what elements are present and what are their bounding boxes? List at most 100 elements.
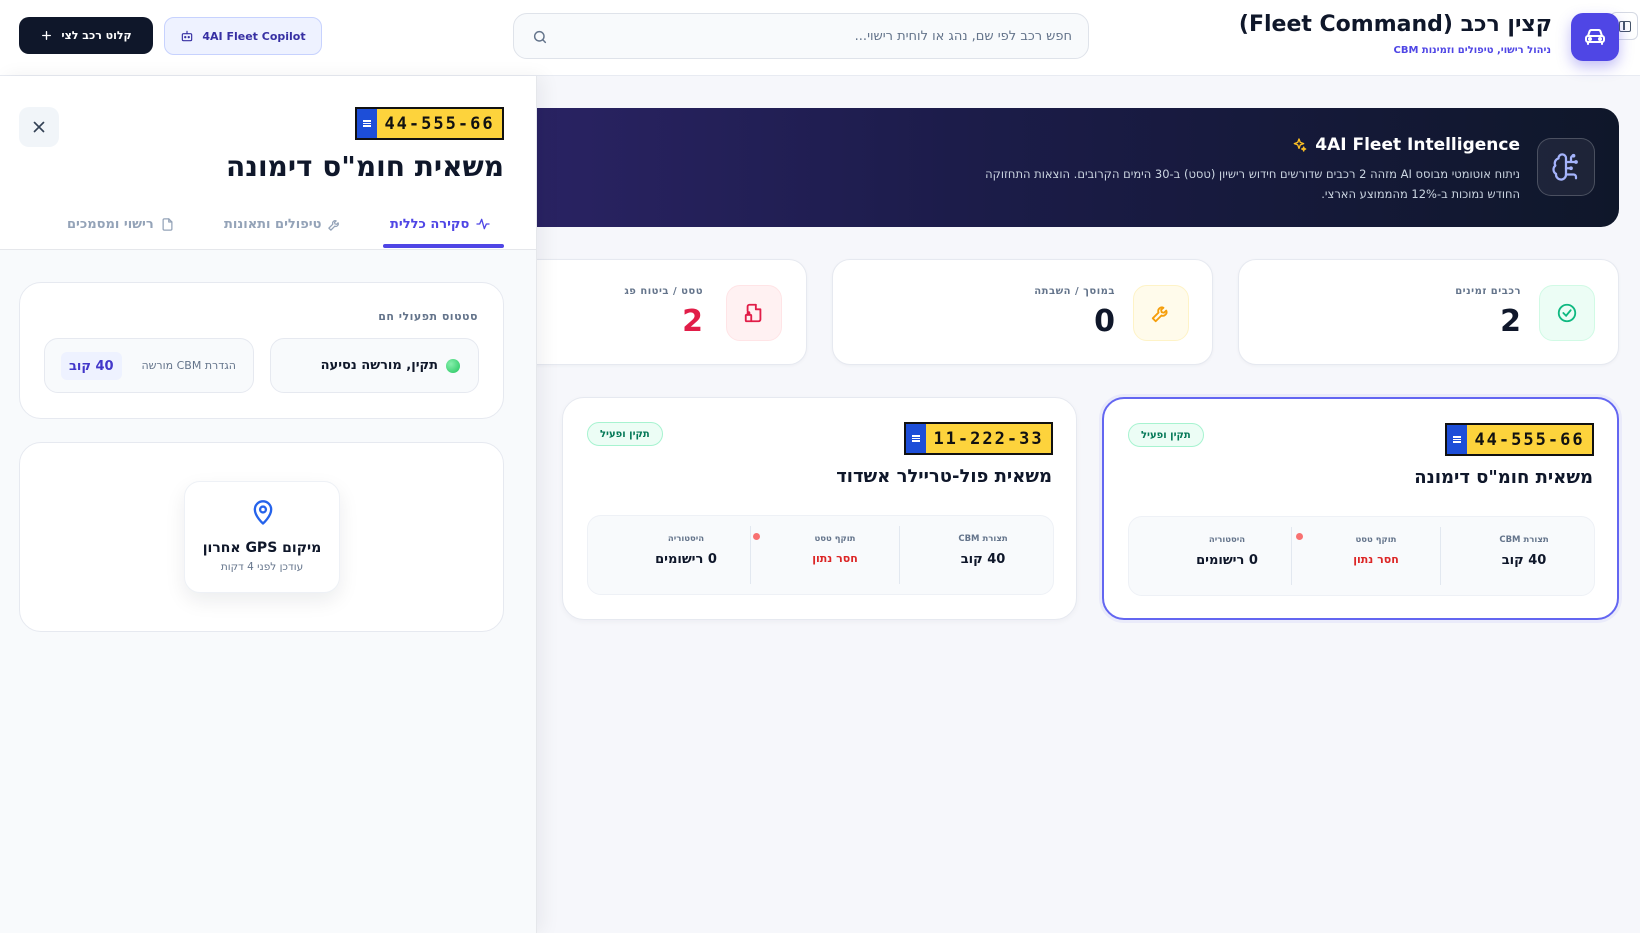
stat-card-garage: במוסך / השבתה 0	[832, 259, 1213, 365]
divider	[899, 526, 900, 584]
divider	[750, 526, 751, 584]
file-warning-icon	[726, 285, 782, 341]
brain-circuit-icon	[1537, 138, 1595, 196]
vehicle-info: תצורת CBM 40 קוב תוקף טסט חסר נתון היסטו…	[1128, 516, 1595, 596]
stat-value: 2	[682, 304, 703, 339]
tab-label: רישוי ומסמכים	[67, 216, 154, 232]
status-box: תקין, מורשה נסיעה	[270, 338, 479, 393]
stat-value: 2	[1500, 304, 1521, 339]
status-card-title: סטטוס תפעולי חם	[378, 310, 478, 323]
vehicle-name: משאית חומ"ס דימונה	[1414, 467, 1593, 488]
history-value: 0 רישומים	[1196, 553, 1258, 568]
stat-label: במוסך / השבתה	[1034, 286, 1115, 297]
wrench-icon	[1133, 285, 1189, 341]
cbm-column: תצורת CBM 40 קוב	[1464, 535, 1584, 568]
banner-text: ניתוח אוטומטי מבוסס AI מזהה 2 רכבים שדור…	[985, 167, 1520, 201]
vehicle-card[interactable]: 44-555-66 תקין ופעיל משאית חומ"ס דימונה …	[1102, 397, 1619, 620]
search-bar	[513, 13, 1089, 59]
banner-title: 4AI Fleet Intelligence	[1315, 135, 1520, 155]
history-column: היסטוריה 0 רישומים	[626, 534, 746, 567]
active-tab-indicator	[383, 244, 504, 248]
warning-dot	[753, 533, 760, 540]
add-vehicle-label: קלוט רכב לצי	[61, 29, 132, 42]
test-column: תוקף טסט חסר נתון	[1316, 535, 1436, 566]
test-column: תוקף טסט חסר נתון	[775, 534, 895, 565]
copilot-label: 4AI Fleet Copilot	[202, 29, 306, 43]
license-plate: 44-555-66	[1445, 423, 1594, 456]
history-label: היסטוריה	[667, 534, 705, 544]
history-value: 0 רישומים	[655, 552, 717, 567]
gps-card: מיקום GPS אחרון עודכן לפני 4 דקות	[19, 442, 504, 632]
bot-icon	[182, 30, 193, 42]
cbm-box: הגדרת CBM מורשה 40 קוב	[44, 338, 254, 393]
test-label: תוקף טסט	[1355, 535, 1397, 545]
map-pin-icon	[253, 500, 273, 525]
plate-number: 11-222-33	[933, 428, 1044, 449]
license-plate: 11-222-33	[904, 422, 1053, 455]
stat-label: רכבים זמינים	[1455, 286, 1521, 297]
vehicle-name: משאית פול-טריילר אשדוד	[836, 466, 1052, 487]
cbm-value: 40 קוב	[960, 552, 1006, 567]
plate-number: 44-555-66	[1474, 429, 1585, 450]
vehicle-info: תצורת CBM 40 קוב תוקף טסט חסר נתון היסטו…	[587, 515, 1054, 595]
stat-card-available: רכבים זמינים 2	[1238, 259, 1619, 365]
wrench-icon	[328, 219, 340, 231]
ai-insight-banner: 4AI Fleet Intelligence ניתוח אוטומטי מבו…	[513, 108, 1619, 227]
car-logo-icon	[1571, 13, 1619, 61]
panel-title: משאית חומ"ס דימונה	[226, 150, 504, 183]
history-label: היסטוריה	[1208, 535, 1246, 545]
cbm-column: תצורת CBM 40 קוב	[923, 534, 1043, 567]
vehicle-card[interactable]: 11-222-33 תקין ופעיל משאית פול-טריילר אש…	[562, 397, 1077, 620]
vehicle-detail-panel: 44-555-66 משאית חומ"ס דימונה סקירה כללית…	[0, 76, 537, 933]
divider	[1440, 527, 1441, 585]
cbm-label: תצורת CBM	[1499, 535, 1549, 545]
tab-label: סקירה כללית	[390, 216, 470, 232]
test-value: חסר נתון	[1353, 553, 1399, 566]
search-input[interactable]	[562, 14, 1072, 58]
status-badge: תקין ופעיל	[587, 422, 663, 446]
cbm-label: הגדרת CBM מורשה	[141, 359, 236, 372]
gps-location[interactable]: מיקום GPS אחרון עודכן לפני 4 דקות	[184, 481, 340, 593]
il-flag-icon	[1447, 425, 1467, 454]
stat-label: טסט / ביטוח פג	[624, 286, 703, 297]
status-indicator	[446, 358, 460, 373]
plate-number: 44-555-66	[384, 113, 495, 134]
tab-documents[interactable]: רישוי ומסמכים	[67, 204, 175, 244]
il-flag-icon	[906, 424, 926, 453]
divider	[1291, 527, 1292, 585]
tab-maintenance[interactable]: טיפולים ותאונות	[224, 204, 342, 244]
app-title: קצין רכב (Fleet Command)	[1238, 12, 1552, 37]
gps-updated: עודכן לפני 4 דקות	[220, 561, 304, 573]
top-header: קצין רכב (Fleet Command) ניהול רישוי, טי…	[0, 0, 1640, 76]
close-icon	[33, 121, 45, 133]
il-flag-icon	[357, 109, 377, 138]
close-button[interactable]	[19, 107, 59, 147]
warning-dot	[1296, 533, 1303, 540]
panel-header: 44-555-66 משאית חומ"ס דימונה סקירה כללית…	[0, 76, 536, 250]
stat-value: 0	[1094, 304, 1115, 339]
status-card: סטטוס תפעולי חם תקין, מורשה נסיעה הגדרת …	[19, 282, 504, 419]
status-badge: תקין ופעיל	[1128, 423, 1204, 447]
sparkles-icon	[1293, 138, 1307, 152]
license-plate: 44-555-66	[355, 107, 504, 140]
cbm-label: תצורת CBM	[958, 534, 1008, 544]
stat-card-expired: טסט / ביטוח פג 2	[513, 259, 807, 365]
banner-title-row: 4AI Fleet Intelligence	[1291, 135, 1520, 155]
history-column: היסטוריה 0 רישומים	[1167, 535, 1287, 568]
cbm-value: 40 קוב	[1501, 553, 1547, 568]
cbm-value: 40 קוב	[61, 352, 122, 380]
tab-overview[interactable]: סקירה כללית	[390, 204, 491, 244]
tab-label: טיפולים ותאונות	[224, 216, 322, 232]
file-icon	[162, 217, 173, 231]
test-label: תוקף טסט	[814, 534, 856, 544]
search-icon	[533, 30, 547, 44]
copilot-button[interactable]: 4AI Fleet Copilot	[164, 17, 322, 55]
gps-title: מיקום GPS אחרון	[202, 540, 322, 556]
status-text: תקין, מורשה נסיעה	[320, 358, 438, 373]
add-vehicle-button[interactable]: קלוט רכב לצי	[19, 17, 153, 54]
activity-icon	[476, 218, 490, 230]
plus-icon	[42, 31, 52, 40]
check-circle-icon	[1539, 285, 1595, 341]
app-subtitle: ניהול רישוי, טיפולים וזמינות CBM	[1393, 45, 1551, 56]
test-value: חסר נתון	[812, 552, 858, 565]
